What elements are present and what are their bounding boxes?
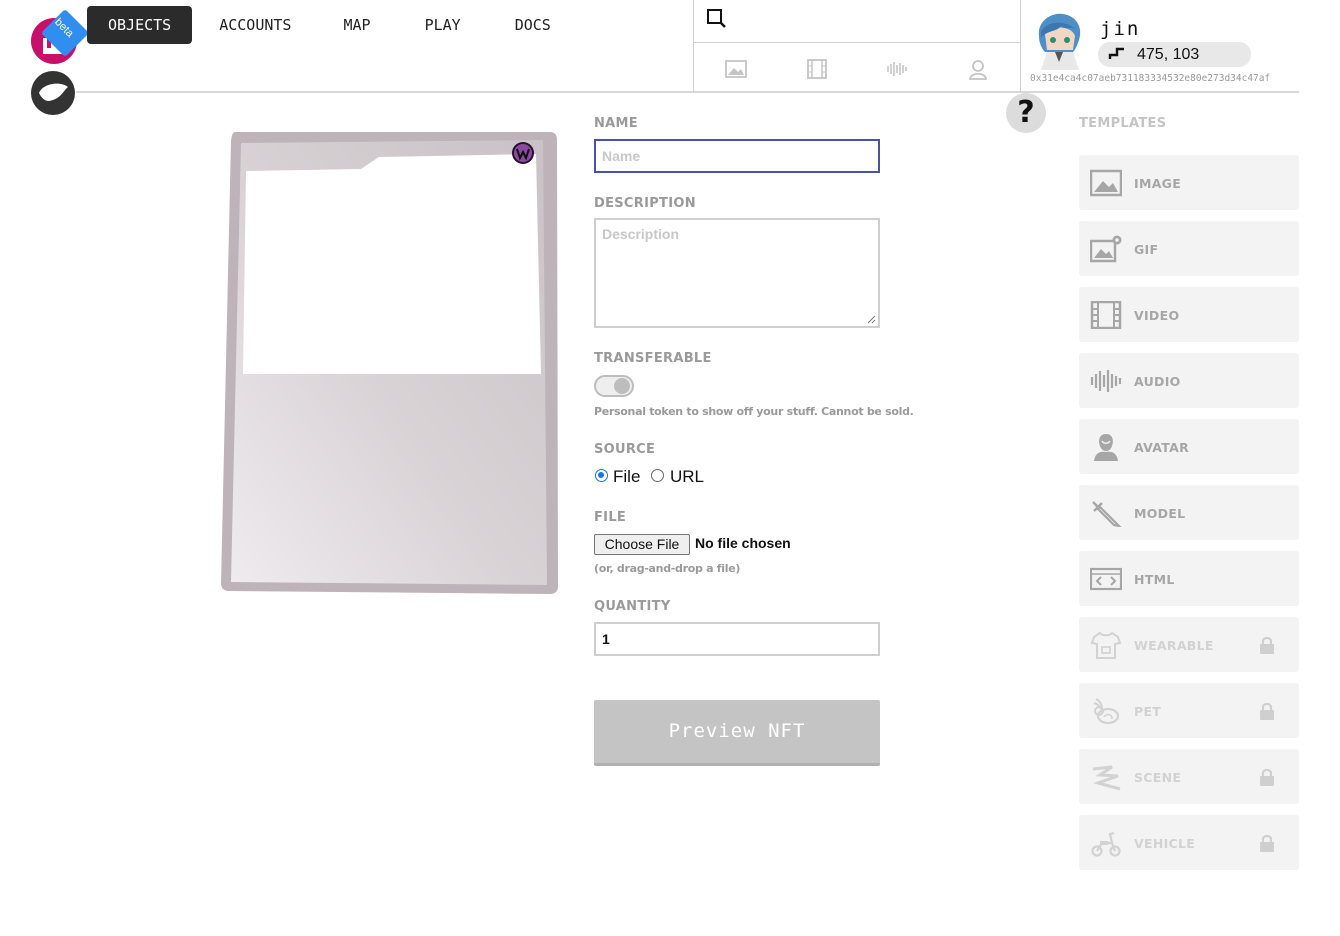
template-label: SCENE xyxy=(1134,770,1182,785)
nav-accounts[interactable]: ACCOUNTS xyxy=(202,6,308,44)
template-label: MODEL xyxy=(1134,506,1186,521)
source-file-label[interactable]: File xyxy=(613,467,640,487)
location-icon xyxy=(1108,47,1124,59)
scene-icon xyxy=(1092,765,1121,791)
template-label: PET xyxy=(1134,704,1162,719)
lock-icon xyxy=(1260,702,1274,720)
main-nav: OBJECTS ACCOUNTS MAP PLAY DOCS xyxy=(87,6,576,44)
name-input[interactable] xyxy=(594,139,880,173)
template-scene[interactable]: SCENE xyxy=(1079,749,1299,804)
template-gif[interactable]: GIF xyxy=(1079,221,1299,276)
image-filter-icon[interactable] xyxy=(725,58,747,80)
nav-objects[interactable]: OBJECTS xyxy=(87,6,193,44)
template-label: GIF xyxy=(1134,242,1159,257)
help-button[interactable]: ? xyxy=(1006,93,1046,133)
header-divider xyxy=(76,91,1299,93)
template-label: VIDEO xyxy=(1134,308,1180,323)
file-status: No file chosen xyxy=(695,535,791,551)
template-image[interactable]: IMAGE xyxy=(1079,155,1299,210)
template-label: IMAGE xyxy=(1134,176,1182,191)
toggle-knob xyxy=(614,378,630,394)
source-label: SOURCE xyxy=(594,442,656,457)
template-vehicle[interactable]: VEHICLE xyxy=(1079,815,1299,870)
resize-handle-icon[interactable] xyxy=(866,314,876,324)
nft-card-preview xyxy=(221,132,558,594)
code-icon xyxy=(1090,567,1122,591)
video-filter-icon[interactable] xyxy=(806,58,828,80)
source-file-radio[interactable] xyxy=(595,469,608,482)
templates-title: TEMPLATES xyxy=(1079,116,1167,131)
world-switch-button[interactable] xyxy=(31,71,75,115)
quantity-label: QUANTITY xyxy=(594,599,671,614)
audio-filter-icon[interactable] xyxy=(886,58,908,80)
lock-icon xyxy=(1260,768,1274,786)
nav-docs[interactable]: DOCS xyxy=(498,6,568,44)
search-input-row[interactable] xyxy=(694,0,1020,43)
username: jin xyxy=(1100,18,1141,40)
quantity-input[interactable] xyxy=(594,622,880,656)
template-label: VEHICLE xyxy=(1134,836,1196,851)
film-icon xyxy=(1090,301,1122,329)
description-input[interactable] xyxy=(594,218,880,328)
template-label: WEARABLE xyxy=(1134,638,1214,653)
shirt-icon xyxy=(1090,631,1122,659)
template-html[interactable]: HTML xyxy=(1079,551,1299,606)
file-label: FILE xyxy=(594,510,627,525)
rabbit-icon xyxy=(1093,698,1120,725)
gif-icon xyxy=(1090,235,1122,263)
sword-icon xyxy=(1092,501,1122,527)
avatar-filter-icon[interactable] xyxy=(967,58,989,80)
template-label: AUDIO xyxy=(1134,374,1181,389)
preview-nft-button[interactable]: Preview NFT xyxy=(594,700,880,766)
image-icon xyxy=(1090,169,1122,197)
user-avatar[interactable] xyxy=(1033,12,1085,70)
scooter-icon xyxy=(1091,831,1121,857)
name-label: NAME xyxy=(594,116,638,131)
template-label: AVATAR xyxy=(1134,440,1190,455)
avatar-icon xyxy=(1094,434,1118,461)
lock-icon xyxy=(1260,636,1274,654)
nav-play[interactable]: PLAY xyxy=(408,6,478,44)
template-audio[interactable]: AUDIO xyxy=(1079,353,1299,408)
lock-icon xyxy=(1260,834,1274,852)
search-icon[interactable] xyxy=(706,8,726,28)
template-wearable[interactable]: WEARABLE xyxy=(1079,617,1299,672)
template-model[interactable]: MODEL xyxy=(1079,485,1299,540)
location-coords: 475, 103 xyxy=(1137,46,1200,63)
transferable-label: TRANSFERABLE xyxy=(594,351,712,366)
template-video[interactable]: VIDEO xyxy=(1079,287,1299,342)
template-label: HTML xyxy=(1134,572,1175,587)
source-url-label[interactable]: URL xyxy=(670,467,704,487)
leaf-icon xyxy=(39,83,68,101)
template-pet[interactable]: PET xyxy=(1079,683,1299,738)
choose-file-button[interactable]: Choose File xyxy=(594,534,690,555)
wallet-address[interactable]: 0x31e4ca4c07aeb731183334532e80e273d34c47… xyxy=(1030,73,1270,84)
transferable-hint: Personal token to show off your stuff. C… xyxy=(594,405,914,418)
source-url-radio[interactable] xyxy=(651,469,664,482)
description-label: DESCRIPTION xyxy=(594,196,696,211)
file-hint: (or, drag-and-drop a file) xyxy=(594,562,741,575)
template-avatar[interactable]: AVATAR xyxy=(1079,419,1299,474)
nav-map[interactable]: MAP xyxy=(326,6,387,44)
audio-wave-icon xyxy=(1090,370,1122,392)
